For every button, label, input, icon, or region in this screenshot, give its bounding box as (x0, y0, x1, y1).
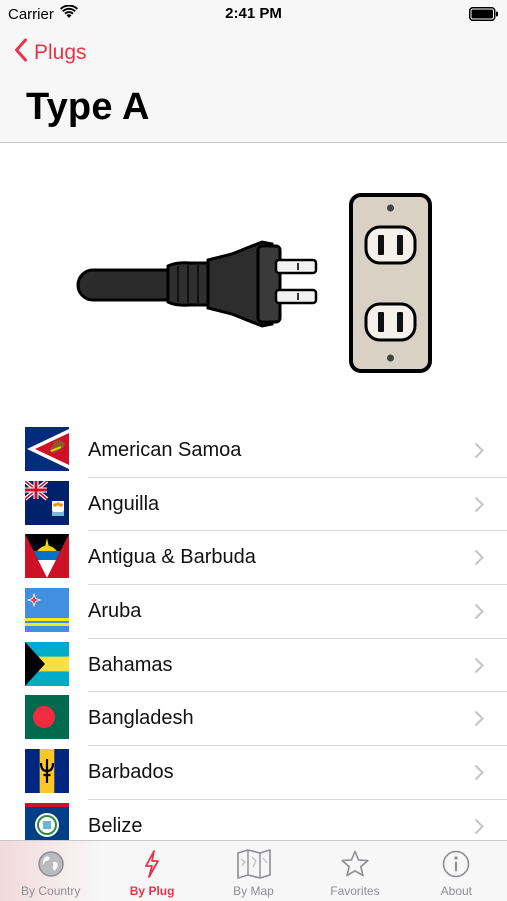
list-item[interactable]: Bangladesh (0, 692, 507, 747)
flag-american-samoa-icon (25, 427, 69, 471)
chevron-right-icon (474, 818, 484, 840)
tab-favorites[interactable]: Favorites (304, 841, 405, 901)
flag-aruba-icon (25, 588, 69, 633)
tab-by-plug[interactable]: By Plug (101, 841, 202, 901)
chevron-right-icon (474, 549, 484, 571)
star-icon (340, 849, 370, 884)
chevron-right-icon (474, 710, 484, 732)
tab-by-map[interactable]: By Map (203, 841, 304, 901)
globe-icon (36, 849, 66, 884)
page-title: Type A (26, 86, 150, 128)
outlet-icon (349, 193, 432, 373)
status-time: 2:41 PM (225, 5, 282, 22)
list-item[interactable]: Antigua & Barbuda (0, 531, 507, 586)
battery-icon (469, 7, 499, 25)
flag-bangladesh-icon (25, 695, 69, 740)
chevron-right-icon (474, 442, 484, 464)
flag-bahamas-icon (25, 641, 69, 686)
back-label: Plugs (34, 41, 87, 64)
back-button[interactable]: Plugs (14, 38, 87, 68)
country-name: Bangladesh (88, 707, 194, 730)
tab-by-country[interactable]: By Country (0, 841, 102, 901)
lightning-icon (137, 849, 167, 884)
plug-icon (76, 240, 318, 328)
tab-label: By Plug (129, 884, 175, 898)
chevron-right-icon (474, 657, 484, 679)
country-name: American Samoa (88, 439, 242, 461)
list-item[interactable]: Bahamas (0, 639, 507, 693)
flag-barbados-icon (25, 749, 69, 794)
country-name: Anguilla (88, 492, 160, 515)
flag-antigua-barbuda-icon (25, 534, 69, 579)
plug-illustration (0, 142, 507, 412)
status-bar: Carrier 2:41 PM (0, 0, 507, 28)
tab-label: About (440, 884, 472, 898)
tab-label: Favorites (330, 884, 380, 898)
list-item[interactable]: American Samoa (0, 424, 507, 478)
navigation-bar: Plugs Type A (0, 28, 507, 143)
chevron-right-icon (474, 496, 484, 518)
country-name: Antigua & Barbuda (88, 546, 256, 569)
country-name: Barbados (88, 761, 174, 784)
info-icon (441, 849, 471, 884)
tab-label: By Country (21, 884, 81, 898)
map-icon (236, 849, 272, 884)
chevron-right-icon (474, 603, 484, 625)
flag-anguilla-icon (25, 480, 69, 525)
list-item[interactable]: Anguilla (0, 478, 507, 532)
country-name: Aruba (88, 600, 142, 623)
list-item[interactable]: Barbados (0, 746, 507, 800)
chevron-left-icon (14, 38, 28, 68)
tab-about[interactable]: About (406, 841, 507, 901)
tab-label: By Map (233, 884, 274, 898)
chevron-right-icon (474, 764, 484, 786)
country-name: Bahamas (88, 653, 173, 676)
country-list: American Samoa Anguilla Antigua & Barbud… (0, 424, 507, 854)
list-item[interactable]: Aruba (0, 585, 507, 639)
tab-bar: By Country By Plug By Map Favorites Abou… (0, 840, 507, 901)
